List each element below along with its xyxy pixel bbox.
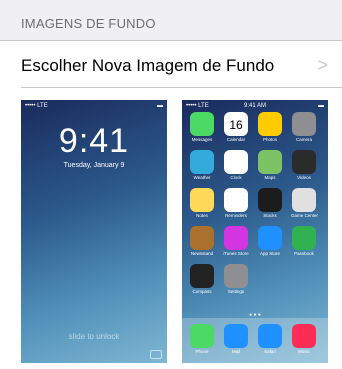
app-label: Music xyxy=(298,349,310,354)
app-label: Maps xyxy=(264,175,276,180)
messages-icon xyxy=(190,112,214,136)
app-photos[interactable]: Photos xyxy=(257,112,283,142)
phone-icon xyxy=(190,324,214,348)
game-center-icon xyxy=(292,188,316,212)
app-label: Camera xyxy=(295,137,312,142)
battery-icon: ▬ xyxy=(318,103,324,109)
app-newsstand[interactable]: Newsstand xyxy=(189,226,215,256)
app-notes[interactable]: Notes xyxy=(189,188,215,218)
app-clock[interactable]: Clock xyxy=(223,150,249,180)
app-label: Passbook xyxy=(294,251,314,256)
notes-icon xyxy=(190,188,214,212)
app-videos[interactable]: Videos xyxy=(291,150,317,180)
app-label: Videos xyxy=(297,175,311,180)
app-label: Stocks xyxy=(263,213,277,218)
separator xyxy=(21,87,342,88)
app-compass[interactable]: Compass xyxy=(189,264,215,294)
app-game-center[interactable]: Game Center xyxy=(291,188,319,218)
itunes-store-icon xyxy=(224,226,248,250)
app-label: Reminders xyxy=(225,213,247,218)
compass-icon xyxy=(190,264,214,288)
app-itunes-store[interactable]: iTunes Store xyxy=(223,226,249,256)
slide-to-unlock: slide to unlock xyxy=(68,332,120,341)
clock-icon xyxy=(224,150,248,174)
battery-icon: ▬ xyxy=(157,103,163,109)
app-label: iTunes Store xyxy=(223,251,249,256)
choose-wallpaper-row[interactable]: Escolher Nova Imagem de Fundo > xyxy=(0,41,342,87)
section-header-label: IMAGENS DE FUNDO xyxy=(21,16,156,31)
camera-icon xyxy=(150,350,162,359)
choose-wallpaper-label: Escolher Nova Imagem de Fundo xyxy=(21,56,275,75)
app-label: Calendar xyxy=(226,137,246,142)
settings-icon xyxy=(224,264,248,288)
app-label: Messages xyxy=(191,137,213,142)
app-camera[interactable]: Camera xyxy=(291,112,317,142)
app-maps[interactable]: Maps xyxy=(257,150,283,180)
signal-icon: ••••• LTE xyxy=(25,103,48,109)
app-settings[interactable]: Settings xyxy=(223,264,249,294)
app-phone[interactable]: Phone xyxy=(189,324,215,354)
camera-icon xyxy=(292,112,316,136)
app-store-icon xyxy=(258,226,282,250)
app-safari[interactable]: Safari xyxy=(257,324,283,354)
calendar-icon: 16 xyxy=(224,112,248,136)
app-label: Phone xyxy=(195,349,209,354)
app-label: Notes xyxy=(196,213,208,218)
app-label: Game Center xyxy=(291,213,319,218)
safari-icon xyxy=(258,324,282,348)
reminders-icon xyxy=(224,188,248,212)
lock-time: 9:41 xyxy=(58,122,130,160)
app-passbook[interactable]: Passbook xyxy=(291,226,317,256)
maps-icon xyxy=(258,150,282,174)
app-label: Newsstand xyxy=(190,251,214,256)
app-label: App Store xyxy=(259,251,280,256)
app-mail[interactable]: Mail xyxy=(223,324,249,354)
app-label: Settings xyxy=(227,289,245,294)
app-reminders[interactable]: Reminders xyxy=(223,188,249,218)
home-screen-preview[interactable]: ••••• LTE 9:41 AM ▬ Messages 16 Calendar Ph… xyxy=(182,100,328,363)
music-icon xyxy=(292,324,316,348)
app-label: Safari xyxy=(264,349,276,354)
app-label: Weather xyxy=(193,175,211,180)
app-calendar[interactable]: 16 Calendar xyxy=(223,112,249,142)
newsstand-icon xyxy=(190,226,214,250)
status-time: 9:41 AM xyxy=(243,103,266,109)
app-weather[interactable]: Weather xyxy=(189,150,215,180)
app-stocks[interactable]: Stocks xyxy=(257,188,283,218)
stocks-icon xyxy=(258,188,282,212)
app-app-store[interactable]: App Store xyxy=(257,226,283,256)
photos-icon xyxy=(258,112,282,136)
app-messages[interactable]: Messages xyxy=(189,112,215,142)
lock-screen-preview[interactable]: ••••• LTE ▬ 9:41 Tuesday, January 9 slid… xyxy=(21,100,167,363)
section-header: IMAGENS DE FUNDO xyxy=(0,0,342,40)
app-label: Photos xyxy=(262,137,277,142)
passbook-icon xyxy=(292,226,316,250)
lock-date: Tuesday, January 9 xyxy=(63,162,125,169)
chevron-right-icon: > xyxy=(317,55,328,75)
weather-icon xyxy=(190,150,214,174)
mail-icon xyxy=(224,324,248,348)
app-label: Compass xyxy=(192,289,212,294)
app-label: Mail xyxy=(231,349,241,354)
dock: Phone Mail Safari Music xyxy=(182,318,328,363)
app-music[interactable]: Music xyxy=(291,324,317,354)
app-label: Clock xyxy=(230,175,242,180)
videos-icon xyxy=(292,150,316,174)
